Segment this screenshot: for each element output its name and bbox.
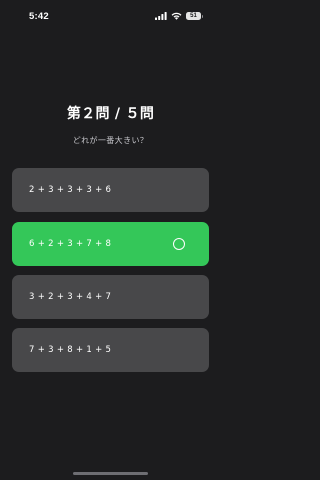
answer-choice-1[interactable]: 2 + 3 + 3 + 3 + 6: [12, 168, 209, 212]
status-bar: 5:42 51: [0, 0, 221, 34]
cellular-signal-icon: [155, 12, 167, 20]
page-title: 第２問 / ５問: [66, 106, 155, 122]
answer-choice-label: 6 + 2 + 3 + 7 + 8: [29, 239, 112, 249]
question-text: どれが一番大きい？: [72, 136, 149, 145]
answer-choice-4[interactable]: 7 + 3 + 8 + 1 + 5: [12, 328, 209, 372]
answer-choice-label: 7 + 3 + 8 + 1 + 5: [29, 345, 112, 355]
battery-cap: [201, 14, 203, 18]
wifi-icon: [171, 12, 182, 20]
battery-icon: 51: [186, 12, 203, 20]
status-time: 5:42: [29, 11, 49, 22]
home-indicator[interactable]: [73, 472, 148, 475]
answer-choice-label: 3 + 2 + 3 + 4 + 7: [29, 292, 112, 302]
answer-choice-2[interactable]: 6 + 2 + 3 + 7 + 8: [12, 222, 209, 266]
answer-choice-3[interactable]: 3 + 2 + 3 + 4 + 7: [12, 275, 209, 319]
status-icons: 51: [155, 12, 203, 20]
answer-choice-label: 2 + 3 + 3 + 3 + 6: [29, 185, 112, 195]
selected-circle-icon: [173, 237, 185, 250]
battery-level: 51: [190, 13, 197, 19]
